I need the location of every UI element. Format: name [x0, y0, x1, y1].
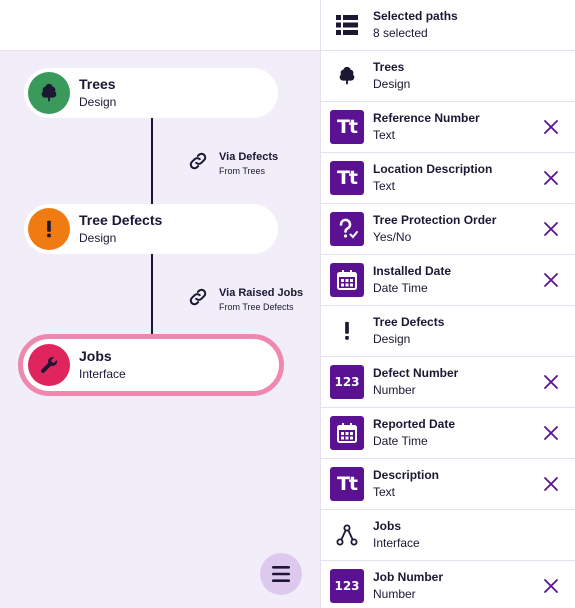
row-subtitle: Text	[373, 128, 396, 142]
node-trees[interactable]: Trees Design	[24, 68, 278, 118]
text-type-icon: Tt	[330, 110, 364, 144]
path-row-defect-number: 123 Defect Number Number	[321, 357, 575, 408]
list-icon	[330, 8, 364, 42]
row-title: Defect Number	[373, 366, 459, 380]
relation-via-raised-jobs[interactable]: Via Raised Jobs From Tree Defects	[187, 286, 303, 313]
path-row-description: Tt Description Text	[321, 459, 575, 510]
path-row-tree-protection-order: Tree Protection Order Yes/No	[321, 204, 575, 255]
close-icon	[544, 120, 558, 134]
row-subtitle: Number	[373, 383, 416, 397]
row-subtitle: Text	[373, 485, 396, 499]
path-row-jobs: Jobs Interface	[321, 510, 575, 561]
text-type-glyph: Tt	[336, 473, 358, 495]
text-type-glyph: Tt	[336, 116, 358, 138]
relation-via-defects[interactable]: Via Defects From Trees	[187, 150, 278, 177]
close-icon	[544, 273, 558, 287]
relationship-canvas: Trees Design Via Defects From Trees Tree…	[0, 0, 320, 608]
number-type-glyph: 123	[334, 579, 360, 593]
row-subtitle: Interface	[373, 536, 420, 550]
path-row-reported-date: Reported Date Date Time	[321, 408, 575, 459]
node-jobs[interactable]: Jobs Interface	[18, 334, 284, 396]
remove-button[interactable]	[539, 268, 563, 292]
row-title: Location Description	[373, 162, 493, 176]
relation-name: Via Raised Jobs	[219, 287, 304, 299]
row-subtitle: Design	[373, 332, 411, 346]
remove-button[interactable]	[539, 217, 563, 241]
menu-button[interactable]	[260, 553, 302, 595]
yes-no-type-icon	[330, 212, 364, 246]
calendar-icon	[330, 263, 364, 297]
row-title: Reported Date	[373, 417, 456, 431]
close-icon	[544, 477, 558, 491]
node-title: Tree Defects	[79, 212, 163, 228]
remove-button[interactable]	[539, 166, 563, 190]
path-row-job-number: 123 Job Number Number	[321, 561, 575, 608]
hamburger-icon	[272, 566, 290, 582]
row-subtitle: Yes/No	[373, 230, 412, 244]
row-title: Description	[373, 468, 440, 482]
link-icon	[189, 152, 207, 170]
exclamation-icon	[330, 314, 364, 348]
node-subtitle: Design	[79, 231, 117, 245]
row-subtitle: Date Time	[373, 281, 428, 295]
text-type-glyph: Tt	[336, 167, 358, 189]
node-title: Jobs	[79, 348, 112, 364]
close-icon	[544, 222, 558, 236]
panel-header: Selected paths 8 selected	[321, 0, 575, 51]
tree-icon	[28, 72, 70, 114]
relation-source: From Tree Defects	[219, 302, 294, 312]
selected-count: 8 selected	[373, 26, 428, 40]
calendar-icon	[330, 416, 364, 450]
close-icon	[544, 579, 558, 593]
row-title: Job Number	[373, 570, 444, 584]
row-subtitle: Design	[373, 77, 411, 91]
number-type-icon: 123	[330, 365, 364, 399]
row-title: Trees	[373, 60, 405, 74]
remove-button[interactable]	[539, 115, 563, 139]
row-title: Installed Date	[373, 264, 452, 278]
path-row-location-description: Tt Location Description Text	[321, 153, 575, 204]
row-title: Reference Number	[373, 111, 480, 125]
remove-button[interactable]	[539, 370, 563, 394]
exclamation-icon	[28, 208, 70, 250]
panel-title: Selected paths	[373, 9, 458, 23]
remove-button[interactable]	[539, 574, 563, 598]
text-type-icon: Tt	[330, 161, 364, 195]
path-row-reference-number: Tt Reference Number Text	[321, 102, 575, 153]
close-icon	[544, 375, 558, 389]
row-title: Tree Defects	[373, 315, 445, 329]
interface-icon	[330, 518, 364, 552]
row-title: Tree Protection Order	[373, 213, 497, 227]
number-type-icon: 123	[330, 569, 364, 603]
link-icon	[189, 288, 207, 306]
close-icon	[544, 426, 558, 440]
node-subtitle: Design	[79, 95, 117, 109]
wrench-icon	[28, 344, 70, 386]
path-row-installed-date: Installed Date Date Time	[321, 255, 575, 306]
row-title: Jobs	[373, 519, 402, 533]
selected-paths-panel: Selected paths 8 selected Trees Design T…	[320, 0, 575, 608]
node-subtitle: Interface	[79, 367, 126, 381]
remove-button[interactable]	[539, 421, 563, 445]
connector-line	[151, 254, 153, 338]
relation-name: Via Defects	[219, 151, 279, 163]
text-type-icon: Tt	[330, 467, 364, 501]
node-title: Trees	[79, 76, 116, 92]
node-tree-defects[interactable]: Tree Defects Design	[24, 204, 278, 254]
close-icon	[544, 171, 558, 185]
path-row-trees: Trees Design	[321, 51, 575, 102]
remove-button[interactable]	[539, 472, 563, 496]
row-subtitle: Text	[373, 179, 396, 193]
relation-source: From Trees	[219, 166, 266, 176]
path-row-tree-defects: Tree Defects Design	[321, 306, 575, 357]
number-type-glyph: 123	[334, 375, 360, 389]
canvas-top-bar	[0, 0, 320, 51]
row-subtitle: Number	[373, 587, 416, 601]
row-subtitle: Date Time	[373, 434, 428, 448]
tree-icon	[330, 59, 364, 93]
connector-line	[151, 118, 153, 206]
